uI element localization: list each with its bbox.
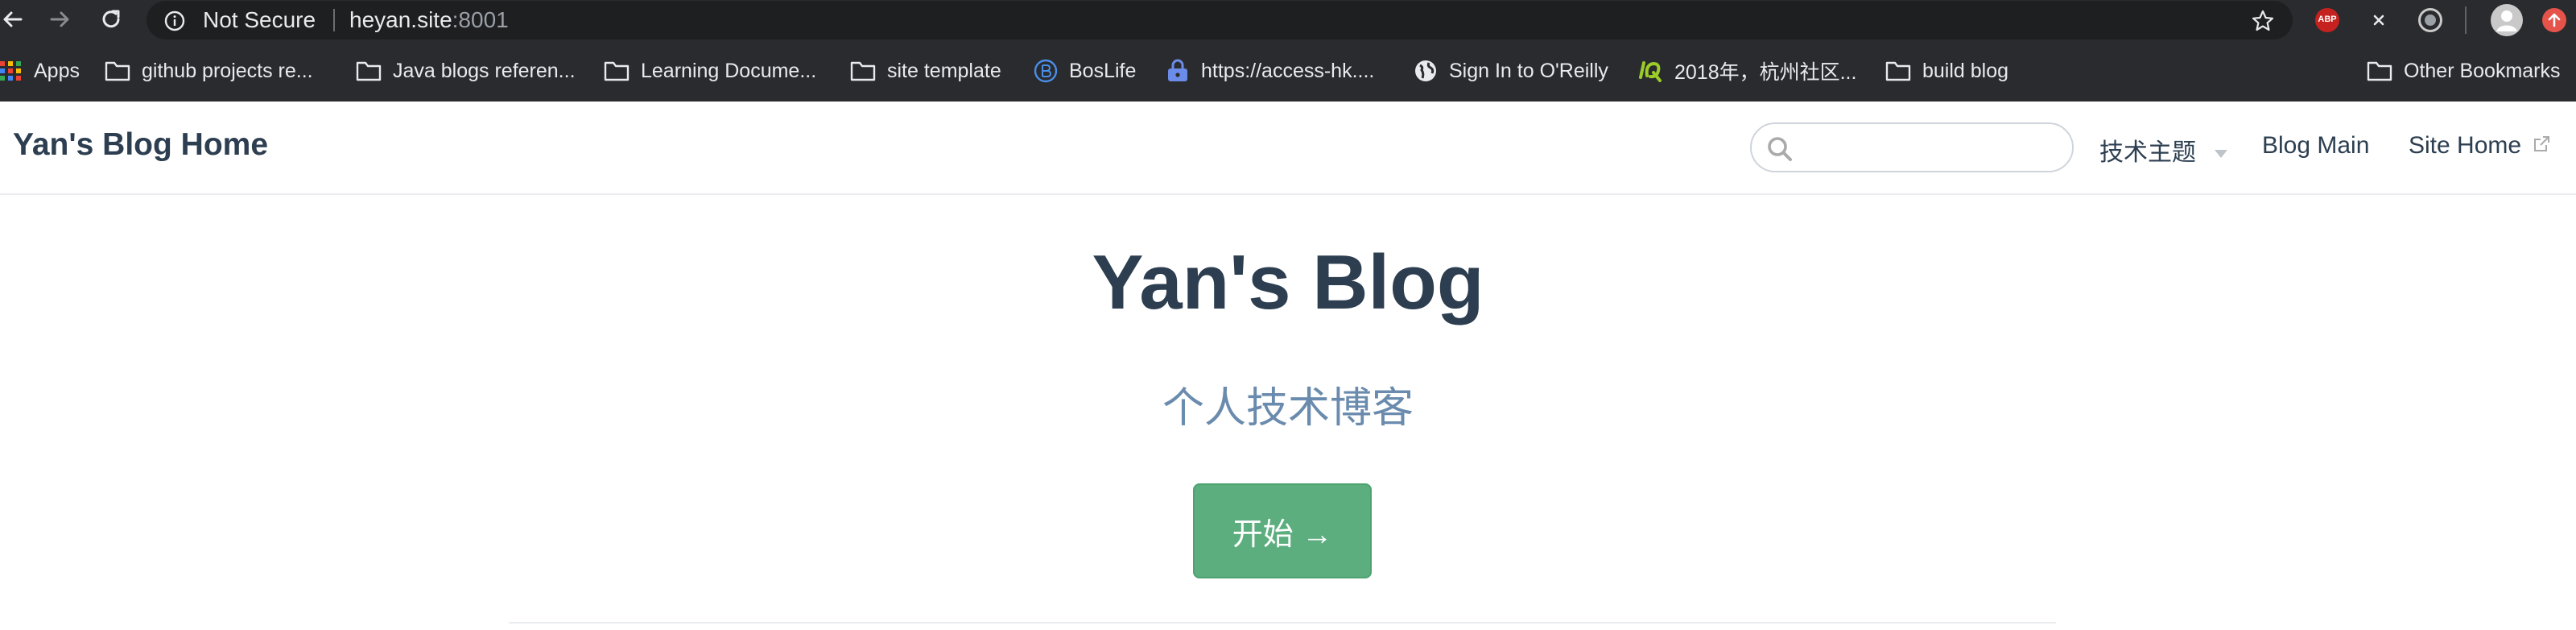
external-link-icon [2534,136,2550,151]
back-arrow-icon [3,11,23,27]
extension-circle-icon[interactable] [2418,8,2442,32]
bookmark-folder-site-template[interactable]: site template [850,56,1001,86]
browser-toolbar: Not Secure heyan.site:8001 ABP [0,0,2576,42]
bookmark-label: github projects re... [142,59,313,82]
hero-title: Yan's Blog [1092,239,1484,325]
site-navbar: Yan's Blog Home 技术主题 Blog Main Site Home [0,102,2576,195]
nav-site-home-link[interactable]: Site Home [2409,132,2550,160]
nav-blog-main-link[interactable]: Blog Main [2262,132,2369,160]
hero-divider [509,622,2056,624]
apps-grid-icon [0,61,21,81]
caret-down-icon [2215,150,2228,158]
bookmarks-bar: Apps github projects re... Java blogs re… [0,42,2576,102]
get-started-button[interactable]: 开始 → [1193,483,1372,578]
globe-icon [1415,60,1436,81]
iq-icon [1639,61,1662,82]
bookmark-label: build blog [1922,59,2009,82]
folder-icon [604,61,630,81]
url-port: :8001 [452,7,509,32]
x-mark-icon [2373,15,2384,26]
bookmark-folder-github[interactable]: github projects re... [105,56,313,86]
person-icon [2496,10,2517,31]
extension-x-icon[interactable] [2367,8,2391,32]
bookmark-folder-learning[interactable]: Learning Docume... [604,56,816,86]
folder-icon [850,61,876,81]
toolbar-divider [2465,6,2467,34]
bookmark-label: BosLife [1069,59,1137,82]
folder-icon [105,61,130,81]
bookmark-hangzhou[interactable]: 2018年，杭州社区... [1637,56,1856,86]
bookmark-access-hk[interactable]: https://access-hk.... [1166,56,1374,86]
forward-arrow-icon [50,11,69,27]
folder-icon [1885,61,1911,81]
bookmark-folder-other[interactable]: Other Bookmarks [2367,56,2561,86]
folder-icon [2367,61,2392,81]
lock-icon [1168,59,1187,81]
boslife-icon [1034,59,1058,83]
profile-avatar-icon[interactable] [2491,4,2523,36]
bookmark-folder-java[interactable]: Java blogs referen... [356,56,576,86]
omnibox-divider [333,9,335,31]
reload-button[interactable] [98,6,124,32]
nav-site-home-label: Site Home [2409,132,2522,159]
bookmark-folder-build-blog[interactable]: build blog [1885,56,2008,86]
arrow-up-icon [2548,13,2561,27]
back-button[interactable] [0,6,26,32]
adblock-plus-icon[interactable]: ABP [2315,8,2339,32]
bookmark-label: 2018年，杭州社区... [1674,61,1857,84]
site-title-link[interactable]: Yan's Blog Home [13,127,268,163]
bookmark-label: Learning Docume... [641,59,817,82]
nav-topics-dropdown[interactable]: 技术主题 [2099,132,2228,168]
bookmark-label: Other Bookmarks [2404,59,2561,82]
adblock-plus-label: ABP [2318,15,2337,24]
search-box[interactable] [1750,122,2074,172]
bookmark-label: https://access-hk.... [1201,59,1375,82]
security-label[interactable]: Not Secure [203,8,316,32]
url-text[interactable]: heyan.site:8001 [349,8,509,32]
hero-subtitle: 个人技术博客 [1162,385,1414,432]
bookmark-apps[interactable]: Apps [0,56,80,86]
address-bar[interactable]: Not Secure heyan.site:8001 [147,1,2293,39]
bookmark-star-icon[interactable] [2251,9,2275,33]
bookmark-label: Java blogs referen... [393,59,576,82]
info-icon [164,10,185,31]
forward-button[interactable] [47,6,72,32]
reload-icon [102,10,120,28]
update-arrow-icon[interactable] [2542,8,2566,32]
bookmark-boslife[interactable]: BosLife [1034,56,1136,86]
nav-topics-label: 技术主题 [2099,139,2196,166]
search-input[interactable] [1808,131,2053,166]
search-icon [1768,137,1792,161]
folder-icon [356,61,382,81]
bookmark-label: site template [887,59,1001,82]
bookmark-label: Apps [34,59,80,82]
url-host: heyan.site [349,7,452,32]
bookmark-label: Sign In to O'Reilly [1449,59,1608,82]
bookmark-oreilly[interactable]: Sign In to O'Reilly [1414,56,1608,86]
